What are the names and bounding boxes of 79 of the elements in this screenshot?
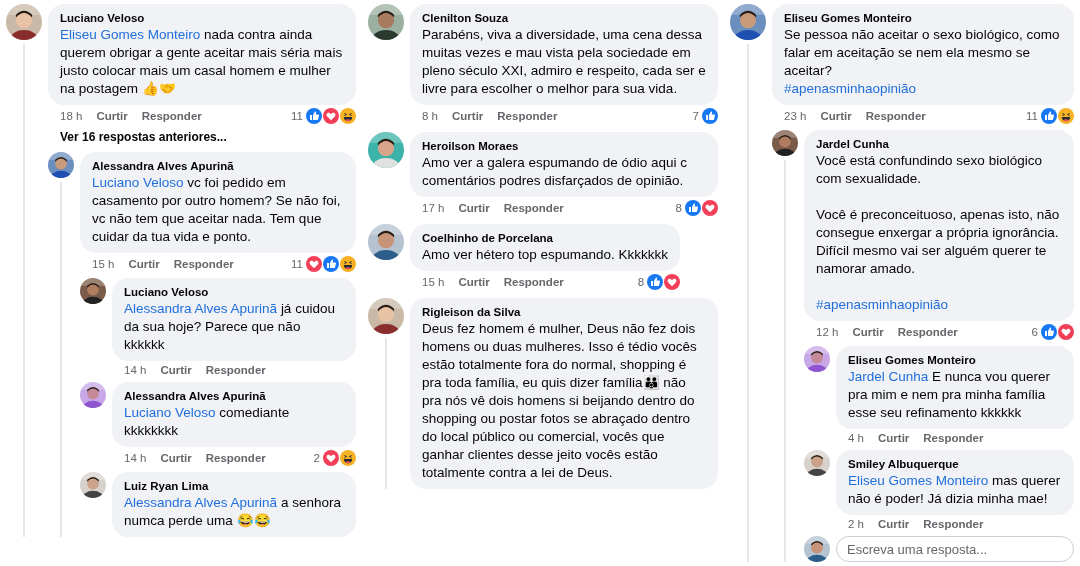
mention-link[interactable]: Alessandra Alves Apurinã: [124, 301, 278, 316]
comment-text: Você está confundindo sexo biológico com sexualidade.: [816, 152, 1043, 188]
like-link[interactable]: Curtir: [96, 110, 128, 122]
like-link[interactable]: Curtir: [878, 432, 910, 444]
author-name: Eliseu Gomes Monteiro: [848, 353, 977, 368]
mention-link[interactable]: Eliseu Gomes Monteiro: [60, 27, 201, 42]
comment-time: 15 h: [422, 276, 445, 288]
reply-link[interactable]: Responder: [503, 202, 564, 214]
reaction-count: 8: [675, 202, 682, 214]
reply-link[interactable]: Responder: [923, 432, 984, 444]
comment-text: Jardel Cunha E nunca vou querer pra mim e nem pra minha família esse seu refinamento kkkkkk: [848, 368, 1051, 422]
reply-link[interactable]: Responder: [923, 518, 984, 530]
like-link[interactable]: Curtir: [878, 518, 910, 530]
comment-text: Alessandra Alves Apurinã a senhora numca perde uma 😂😂: [124, 494, 342, 530]
comment-time: 8 h: [422, 110, 438, 122]
reply-field[interactable]: Escreva uma resposta...: [836, 536, 1074, 562]
reaction-count: 6: [1031, 326, 1038, 338]
like-link[interactable]: Curtir: [452, 110, 484, 122]
comment-text: Se pessoa não aceitar o sexo biológico, como falar em aceitação se nem ela mesmo se aceitar?: [784, 26, 1061, 80]
mention-link[interactable]: Luciano Veloso: [92, 175, 184, 190]
comment-time: 2 h: [848, 518, 864, 530]
like-link[interactable]: Curtir: [820, 110, 852, 122]
like-link[interactable]: Curtir: [128, 258, 160, 270]
author-name: Clenilton Souza: [422, 11, 510, 26]
reply-link[interactable]: Responder: [897, 326, 958, 338]
comment-text: Deus fez homem é mulher, Deus não fez dois homens ou duas mulheres. Isso é tédio vocês estão totalmente fora do normal, shopping é pra toda família, eu quis dizer família👪 não pra nós vê dois homens si beijando dentro do shopping ou postar fotos se abraçado dentro do local público ou comercial, vocês que ganhar clientes desse jeito vocês estão totalmente contra a lei de Deus.: [422, 320, 698, 482]
reaction-count: 11: [1026, 110, 1038, 122]
like-link[interactable]: Curtir: [160, 364, 192, 376]
author-name: Rigleison da Silva: [422, 305, 522, 320]
reaction-count: 8: [637, 276, 645, 288]
comment-text: Parabéns, viva a diversidade, uma cena dessa muitas vezes e mau vista pela sociedade em pleno século XXI, admiro e respeito, cada ser e livre para escolher o melhor para sua vida.: [422, 26, 706, 98]
reaction-count: 11: [291, 110, 303, 122]
comment-time: 14 h: [124, 452, 147, 464]
reaction-count: 11: [291, 258, 303, 270]
author-name: Smiley Albuquerque: [848, 457, 960, 472]
comment-text: Alessandra Alves Apurinã já cuidou da sua hoje? Parece que não kkkkkk: [124, 300, 336, 354]
reply-link[interactable]: Responder: [141, 110, 202, 122]
like-link[interactable]: Curtir: [458, 276, 490, 288]
author-name: Alessandra Alves Apurinã: [92, 159, 235, 174]
author-name: Eliseu Gomes Monteiro: [784, 11, 913, 26]
hashtag-link[interactable]: #apenasminhaopinião: [816, 296, 949, 314]
reply-link[interactable]: Responder: [865, 110, 926, 122]
author-name: Coelhinho de Porcelana: [422, 231, 554, 246]
author-name: Luiz Ryan Lima: [124, 479, 210, 494]
comment-text: Amo ver hétero top espumando. Kkkkkkk: [422, 246, 669, 264]
comment-text: Luciano Veloso vc foi pedido em casamento por outro homem? Se não foi, vc não tem que aceitar nada. Tem que cuidar da tua vida e ponto.: [92, 174, 342, 246]
reply-link[interactable]: Responder: [503, 276, 564, 288]
comment-time: 4 h: [848, 432, 864, 444]
author-name: Heroilson Moraes: [422, 139, 520, 154]
comment-text: Luciano Veloso comediante kkkkkkkk: [124, 404, 291, 440]
reply-link[interactable]: Responder: [497, 110, 558, 122]
like-link[interactable]: Curtir: [458, 202, 490, 214]
mention-link[interactable]: Eliseu Gomes Monteiro: [848, 473, 989, 488]
reply-link[interactable]: Responder: [173, 258, 234, 270]
reply-link[interactable]: Responder: [205, 364, 266, 376]
mention-link[interactable]: Jardel Cunha: [848, 369, 929, 384]
comment-text: Você é preconceituoso, apenas isto, não consegue enxergar a própria ignorância. Difícil mesmo vai ser alguém querer te namorar amado.: [816, 206, 1061, 278]
mention-link[interactable]: Alessandra Alves Apurinã: [124, 495, 278, 510]
comment-time: 18 h: [60, 110, 83, 122]
comment-text: Eliseu Gomes Monteiro nada contra ainda querem obrigar a gente aceitar mais séria mais justo colocar mais um casal homem e mulher na postagem 👍🤝: [60, 26, 344, 98]
author-name: Luciano Veloso: [60, 11, 146, 26]
more-replies-link[interactable]: Ver 16 respostas anteriores...: [48, 124, 227, 146]
reaction-count: 2: [313, 452, 320, 464]
like-link[interactable]: Curtir: [160, 452, 192, 464]
comment-text: Amo ver a galera espumando de ódio aqui c comentários podres disfarçados de opinião.: [422, 154, 688, 190]
comment-text: Eliseu Gomes Monteiro mas querer não é poder! Já dizia minha mae!: [848, 472, 1062, 508]
author-name: Alessandra Alves Apurinã: [124, 389, 267, 404]
comment-time: 15 h: [92, 258, 115, 270]
like-link[interactable]: Curtir: [852, 326, 884, 338]
reply-link[interactable]: Responder: [205, 452, 266, 464]
author-name: Jardel Cunha: [816, 137, 890, 152]
comment-time: 17 h: [422, 202, 445, 214]
comment-time: 14 h: [124, 364, 147, 376]
comment-time: 12 h: [816, 326, 839, 338]
reaction-count: 7: [692, 110, 699, 122]
hashtag-link[interactable]: #apenasminhaopinião: [784, 80, 917, 98]
author-name: Luciano Veloso: [124, 285, 210, 300]
comment-time: 23 h: [784, 110, 807, 122]
mention-link[interactable]: Luciano Veloso: [124, 405, 216, 420]
